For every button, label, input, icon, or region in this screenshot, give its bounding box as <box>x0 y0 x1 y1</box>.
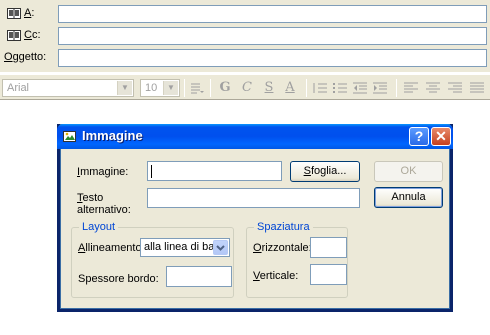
horizontal-spacing-label-key: O <box>253 242 262 254</box>
browse-button-key: S <box>303 165 311 177</box>
text-caret <box>151 165 152 178</box>
to-label-text: : <box>31 7 35 19</box>
subject-label-key: O <box>4 51 13 63</box>
alignment-label-text: llineamento: <box>85 242 145 254</box>
chevron-down-icon[interactable] <box>213 240 228 255</box>
close-button[interactable]: ✕ <box>431 127 451 146</box>
image-icon <box>63 131 76 142</box>
horizontal-spacing-label: Orizzontale: <box>253 242 312 254</box>
cancel-button[interactable]: Annula <box>374 187 443 208</box>
underline-button[interactable]: S <box>261 80 277 96</box>
vertical-spacing-label-key: V <box>253 270 260 282</box>
bold-button[interactable]: G <box>217 80 233 96</box>
paragraph-style-icon[interactable] <box>190 82 204 94</box>
address-book-icon <box>7 30 21 41</box>
numbered-list-icon[interactable] <box>313 82 327 94</box>
dialog-titlebar[interactable]: Immagine ? ✕ <box>57 124 453 149</box>
vertical-spacing-label-text: erticale: <box>259 270 299 282</box>
alt-text-label-line2: alternativo: <box>77 204 131 216</box>
vertical-spacing-label: Verticale: <box>253 270 298 282</box>
image-dialog: Immagine ? ✕ Immagine: Sfoglia... OK Tes… <box>57 124 453 312</box>
address-book-icon <box>7 8 21 19</box>
formatting-toolbar: Arial ▼ 10 ▼ G C S A <box>0 74 490 100</box>
to-input[interactable] <box>58 5 487 23</box>
help-button[interactable]: ? <box>409 127 429 146</box>
browse-button[interactable]: Sfoglia... <box>290 161 360 182</box>
ok-button[interactable]: OK <box>374 161 443 182</box>
font-name-value: Arial <box>7 82 30 94</box>
subject-label-text: ggetto: <box>12 51 47 63</box>
bulleted-list-icon[interactable] <box>333 82 347 94</box>
to-row: A: <box>0 3 490 25</box>
border-thickness-input[interactable] <box>166 266 232 287</box>
border-thickness-label: Spessore bordo: <box>78 273 159 285</box>
to-label[interactable]: A: <box>7 7 34 19</box>
dialog-title: Immagine <box>82 128 143 143</box>
cc-input[interactable] <box>58 27 487 45</box>
toolbar-separator <box>184 79 185 97</box>
layout-group: Layout Allineamento: alla linea di base … <box>71 221 234 298</box>
font-size-value: 10 <box>145 82 158 94</box>
align-center-icon[interactable] <box>426 82 440 94</box>
decrease-indent-icon[interactable] <box>353 82 367 94</box>
align-left-icon[interactable] <box>404 82 418 94</box>
font-size-combo[interactable]: 10 ▼ <box>140 79 180 97</box>
subject-input[interactable] <box>58 49 487 67</box>
font-color-button[interactable]: A <box>282 80 298 96</box>
image-source-label-text: mmagine: <box>80 166 129 178</box>
alt-text-input[interactable] <box>147 188 360 208</box>
chevron-down-icon[interactable]: ▼ <box>163 81 178 95</box>
vertical-spacing-input[interactable] <box>310 264 347 285</box>
spacing-group-title: Spaziatura <box>254 221 313 233</box>
cc-label-key: C <box>24 29 32 41</box>
cc-row: Cc: <box>0 25 490 47</box>
chevron-down-icon[interactable]: ▼ <box>117 81 132 95</box>
horizontal-spacing-input[interactable] <box>310 237 347 258</box>
alt-text-label-text: esto <box>82 192 104 204</box>
font-name-combo[interactable]: Arial ▼ <box>2 79 134 97</box>
image-source-label: Immagine: <box>77 166 128 178</box>
toolbar-separator <box>210 79 211 97</box>
horizontal-spacing-label-text: rizzontale: <box>261 242 312 254</box>
toolbar-separator <box>306 79 307 97</box>
image-source-input[interactable] <box>147 161 282 181</box>
subject-row: Oggetto: <box>0 47 490 69</box>
alignment-label: Allineamento: <box>78 242 145 254</box>
alignment-select[interactable]: alla linea di base <box>140 238 230 257</box>
spacing-group: Spaziatura Orizzontale: Verticale: <box>246 221 348 298</box>
increase-indent-icon[interactable] <box>373 82 387 94</box>
cc-label-text: c: <box>31 29 41 41</box>
italic-button[interactable]: C <box>239 80 255 96</box>
subject-label: Oggetto: <box>4 51 46 63</box>
justify-icon[interactable] <box>470 82 484 94</box>
align-right-icon[interactable] <box>448 82 462 94</box>
browse-button-text: foglia... <box>310 165 347 177</box>
layout-group-title: Layout <box>79 221 119 233</box>
cc-label[interactable]: Cc: <box>7 29 41 41</box>
alt-text-label: Testo alternativo: <box>77 192 131 216</box>
compose-header: A: Cc: Oggetto: <box>0 0 490 72</box>
toolbar-separator <box>396 79 397 97</box>
